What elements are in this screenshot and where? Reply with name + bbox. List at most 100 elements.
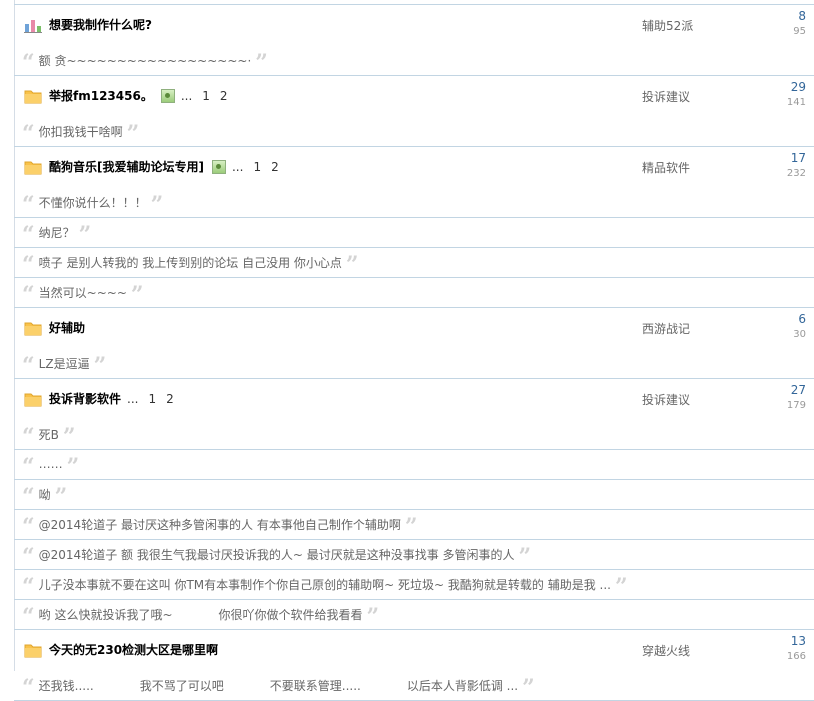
page-link[interactable]: 2 — [220, 89, 228, 103]
close-quote-mark: ” — [614, 574, 628, 600]
thread-title-group: 举报fm123456。... 1 2 — [49, 87, 238, 104]
reply-count[interactable]: 17 — [791, 151, 806, 165]
forum-link[interactable]: 辅助52派 — [642, 17, 693, 34]
thread-row: 想要我制作什么呢? 辅助52派 8 95 — [14, 5, 814, 46]
thread-row: 投诉背影软件... 1 2 投诉建议 27 179 — [14, 379, 814, 420]
reply-snippet[interactable]: 纳尼？ — [39, 224, 75, 241]
thread-title-link[interactable]: 想要我制作什么呢? — [49, 16, 152, 33]
forum-link[interactable]: 精品软件 — [642, 159, 690, 176]
view-count: 232 — [786, 168, 806, 179]
reply-snippet[interactable]: LZ是逗逼 — [39, 355, 90, 372]
quote-line: “额 贪~~~~~~~~~~~~~~~~~~·” — [22, 49, 268, 76]
reply-quote: “LZ是逗逼” — [14, 349, 814, 379]
reply-count[interactable]: 6 — [798, 312, 806, 326]
thread-title-group: 想要我制作什么呢? — [49, 16, 152, 33]
open-quote-mark: “ — [22, 454, 35, 480]
open-quote-mark: “ — [22, 282, 35, 308]
quote-line: “不懂你说什么！！！” — [22, 191, 163, 218]
image-attachment-icon — [160, 88, 175, 103]
title-ellipsis: ... — [127, 391, 139, 406]
close-quote-mark: ” — [126, 121, 140, 147]
thread-row: 酷狗音乐[我爱辅助论坛专用]... 1 2 精品软件 17 232 — [14, 147, 814, 188]
forum-link[interactable]: 投诉建议 — [642, 88, 690, 105]
close-quote-mark: ” — [62, 424, 76, 450]
open-quote-mark: “ — [22, 544, 35, 570]
thread-pager: 12 — [202, 89, 237, 103]
reply-snippet[interactable]: @2014轮道子 最讨厌这种多管闲事的人 有本事他自己制作个辅助啊 — [39, 516, 401, 533]
quote-line: “纳尼？” — [22, 221, 92, 248]
page-link[interactable]: 1 — [148, 392, 156, 406]
thread-row: 今天的无230检测大区是哪里啊 穿越火线 13 166 — [14, 630, 814, 671]
thread-title-link[interactable]: 好辅助 — [49, 319, 85, 336]
thread-title-link[interactable]: 今天的无230检测大区是哪里啊 — [49, 641, 218, 658]
quote-line: “当然可以~~~~” — [22, 281, 144, 308]
close-quote-mark: ” — [78, 222, 92, 248]
page-link[interactable]: 1 — [253, 160, 261, 174]
close-quote-mark: ” — [130, 282, 144, 308]
quote-line: “儿子没本事就不要在这叫 你TM有本事制作个你自己原创的辅助啊~ 死垃圾~ 我酷… — [22, 573, 628, 600]
reply-snippet[interactable]: 我不骂了可以吧 — [140, 677, 224, 694]
quote-line: “死B” — [22, 423, 76, 450]
reply-snippet[interactable]: 儿子没本事就不要在这叫 你TM有本事制作个你自己原创的辅助啊~ 死垃圾~ 我酷狗… — [39, 576, 611, 593]
forum-link[interactable]: 投诉建议 — [642, 391, 690, 408]
open-quote-mark: “ — [22, 353, 35, 379]
reply-quote: “死B” — [14, 420, 814, 450]
quote-line: “ ……” — [22, 453, 80, 480]
quote-line: “@2014轮道子 额 我很生气我最讨厌投诉我的人~ 最讨厌就是这种没事找事 多… — [22, 543, 532, 570]
image-attachment-icon — [211, 159, 226, 174]
reply-snippet[interactable]: 当然可以~~~~ — [39, 284, 127, 301]
reply-snippet[interactable]: 还我钱..... — [39, 677, 94, 694]
page-link[interactable]: 2 — [166, 392, 174, 406]
reply-snippet[interactable]: …… — [39, 457, 63, 471]
forum-link[interactable]: 穿越火线 — [642, 642, 690, 659]
view-count: 141 — [786, 97, 806, 108]
thread-title-group: 酷狗音乐[我爱辅助论坛专用]... 1 2 — [49, 158, 289, 175]
reply-quote: “ ……” — [14, 450, 814, 480]
reply-snippet[interactable]: 哟 这么快就投诉我了哦~ — [39, 606, 173, 623]
reply-snippet[interactable]: 你扣我钱干啥啊 — [39, 123, 123, 140]
open-quote-mark: “ — [22, 675, 35, 701]
reply-count[interactable]: 8 — [798, 9, 806, 23]
open-quote-mark: “ — [22, 192, 35, 218]
thread-title-group: 投诉背影软件... 1 2 — [49, 390, 184, 407]
thread-title-link[interactable]: 举报fm123456。 — [49, 87, 153, 104]
reply-snippet[interactable]: 以后本人背影低调 ... — [407, 677, 518, 694]
quote-line: “LZ是逗逼” — [22, 352, 106, 379]
reply-snippet[interactable]: 你很吖你做个软件给我看看 — [219, 606, 363, 623]
quote-line: “@2014轮道子 最讨厌这种多管闲事的人 有本事他自己制作个辅助啊” — [22, 513, 418, 540]
reply-snippet[interactable]: 喷子 是别人转我的 我上传到别的论坛 自己没用 你小心点 — [39, 254, 342, 271]
reply-snippet[interactable]: 不懂你说什么！！！ — [39, 194, 147, 211]
reply-snippet[interactable]: 额 贪~~~~~~~~~~~~~~~~~~· — [39, 52, 252, 69]
close-quote-mark: ” — [518, 544, 532, 570]
page-link[interactable]: 2 — [271, 160, 279, 174]
folder-icon — [24, 321, 42, 336]
reply-quote: “当然可以~~~~” — [14, 278, 814, 308]
close-quote-mark: ” — [66, 454, 80, 480]
close-quote-mark: ” — [522, 675, 535, 701]
folder-icon — [24, 89, 42, 104]
reply-quote: “@2014轮道子 最讨厌这种多管闲事的人 有本事他自己制作个辅助啊” — [14, 510, 814, 540]
thread-title-link[interactable]: 投诉背影软件 — [49, 390, 121, 407]
reply-count[interactable]: 29 — [791, 80, 806, 94]
reply-snippet[interactable]: 不要联系管理..... — [270, 677, 361, 694]
reply-snippet[interactable]: @2014轮道子 额 我很生气我最讨厌投诉我的人~ 最讨厌就是这种没事找事 多管… — [39, 546, 515, 563]
folder-icon — [24, 392, 42, 407]
thread-title-link[interactable]: 酷狗音乐[我爱辅助论坛专用] — [49, 158, 204, 175]
view-count: 166 — [786, 651, 806, 662]
thread-list: 想要我制作什么呢? 辅助52派 8 95 “额 贪~~~~~~~~~~~~~~~~~~·… — [14, 5, 814, 701]
close-quote-mark: ” — [404, 514, 418, 540]
reply-count[interactable]: 13 — [791, 634, 806, 648]
reply-snippet[interactable]: 呦 — [39, 486, 51, 503]
page-link[interactable]: 1 — [202, 89, 210, 103]
reply-count[interactable]: 27 — [791, 383, 806, 397]
reply-snippet[interactable]: 死B — [39, 426, 59, 443]
title-ellipsis: ... — [180, 88, 193, 103]
close-quote-mark: ” — [255, 50, 268, 76]
thread-pager: 12 — [253, 160, 288, 174]
open-quote-mark: “ — [22, 121, 35, 147]
folder-icon — [24, 643, 42, 658]
forum-link[interactable]: 西游战记 — [642, 320, 690, 337]
thread-row: 举报fm123456。... 1 2 投诉建议 29 141 — [14, 76, 814, 117]
thread-title-group: 好辅助 — [49, 319, 85, 336]
reply-quote: “还我钱..... 我不骂了可以吧 不要联系管理..... 以后本人背影低调 ...” — [14, 671, 814, 701]
